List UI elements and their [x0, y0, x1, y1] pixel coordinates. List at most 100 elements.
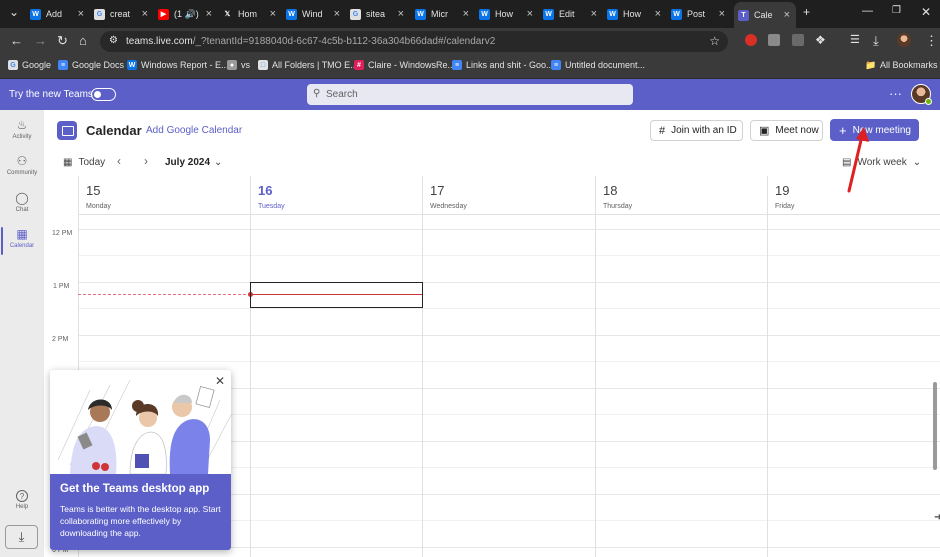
day-header[interactable]: 17 Wednesday: [423, 176, 595, 215]
window-close-icon[interactable]: ✕: [921, 5, 931, 19]
tab-close-icon[interactable]: ×: [463, 8, 469, 20]
rail-item-help[interactable]: ? Help: [0, 490, 44, 510]
minimize-icon[interactable]: —: [862, 5, 873, 17]
chevron-down-icon: ⌄: [214, 157, 223, 168]
half-hour-gridline: [768, 467, 940, 468]
hour-gridline: [768, 388, 940, 389]
half-hour-gridline: [79, 308, 250, 309]
omnibox[interactable]: ⚙ teams.live.com/_?tenantId=9188040d-6c6…: [100, 31, 728, 52]
teams-header: Try the new Teams ⚲ Search ···: [0, 79, 940, 110]
tab-close-icon[interactable]: ×: [142, 8, 148, 20]
media-control-icon[interactable]: ☰: [850, 33, 860, 46]
day-column[interactable]: 16 Tuesday: [250, 176, 422, 557]
bookmark-item[interactable]: ≡ Untitled document...: [551, 60, 645, 70]
scrollbar-thumb[interactable]: [933, 382, 937, 470]
rail-item-label: Chat: [15, 207, 29, 213]
calendar-icon: ▦: [16, 227, 28, 241]
bookmark-item[interactable]: # Claire - WindowsRe...: [354, 60, 455, 70]
browser-tab[interactable]: W Add ×: [30, 3, 90, 25]
profile-avatar-icon[interactable]: [897, 33, 911, 47]
extension-red-icon[interactable]: [745, 34, 757, 46]
month-picker[interactable]: July 2024 ⌄: [165, 157, 222, 168]
day-column[interactable]: 17 Wednesday: [422, 176, 595, 557]
half-hour-gridline: [768, 308, 940, 309]
bookmark-item[interactable]: ≡ Links and shit - Goo...: [452, 60, 554, 70]
tab-close-icon[interactable]: ×: [719, 8, 725, 20]
add-google-calendar-link[interactable]: Add Google Calendar: [146, 125, 242, 136]
browser-tab[interactable]: Gcreat ×: [94, 3, 154, 25]
half-hour-gridline: [423, 414, 595, 415]
previous-week-icon[interactable]: ‹: [117, 154, 121, 168]
browser-tab[interactable]: ▶ (1 🔊) ×: [158, 3, 218, 25]
promo-footer: Get the Teams desktop app Teams is bette…: [50, 474, 231, 550]
new-tab-button[interactable]: +: [803, 5, 810, 19]
reload-icon[interactable]: ↻: [57, 33, 68, 49]
rail-item-calendar[interactable]: ▦ Calendar: [0, 227, 44, 249]
half-hour-gridline: [251, 467, 422, 468]
browser-tab[interactable]: W Post ×: [671, 3, 731, 25]
forward-icon[interactable]: →: [34, 33, 47, 48]
day-header[interactable]: 15 Monday: [79, 176, 250, 215]
extension-shield-icon[interactable]: [768, 34, 780, 46]
promo-illustration: [50, 370, 231, 474]
chrome-menu-icon[interactable]: ⋮: [925, 33, 938, 49]
browser-tab[interactable]: W How ×: [479, 3, 539, 25]
url-host: teams.live.com: [126, 36, 193, 47]
day-column[interactable]: 19 Friday: [767, 176, 940, 557]
try-new-teams-toggle[interactable]: [91, 88, 116, 101]
day-column[interactable]: 18 Thursday: [595, 176, 767, 557]
home-icon[interactable]: ⌂: [79, 33, 87, 48]
downloads-icon[interactable]: ⤓: [873, 33, 879, 49]
browser-tab[interactable]: W How ×: [607, 3, 667, 25]
tab-close-icon[interactable]: ×: [655, 8, 661, 20]
day-header[interactable]: 18 Thursday: [596, 176, 767, 215]
rail-item-chat[interactable]: ◯ Chat: [0, 191, 44, 213]
close-icon[interactable]: ✕: [215, 374, 225, 388]
tab-search-chevron-icon[interactable]: ⌄: [9, 5, 19, 19]
day-header[interactable]: 16 Tuesday: [251, 176, 422, 215]
tab-close-icon[interactable]: ×: [270, 8, 276, 20]
back-icon[interactable]: ←: [10, 33, 23, 48]
browser-tab[interactable]: T Cale ×: [734, 2, 796, 28]
bookmark-item[interactable]: W Windows Report - E...: [127, 60, 229, 70]
site-info-icon[interactable]: ⚙: [109, 35, 118, 46]
join-with-id-button[interactable]: # Join with an ID: [650, 120, 743, 141]
tab-close-icon[interactable]: ×: [206, 8, 212, 20]
bookmark-item[interactable]: □ All Folders | TMO E...: [258, 60, 358, 70]
search-input[interactable]: ⚲ Search: [307, 84, 633, 105]
bookmark-item[interactable]: ● vs: [227, 60, 250, 70]
extensions-puzzle-icon[interactable]: ❖: [815, 33, 826, 47]
all-bookmarks[interactable]: 📁 All Bookmarks: [865, 60, 937, 71]
tab-close-icon[interactable]: ×: [591, 8, 597, 20]
selected-time-slot[interactable]: [250, 282, 423, 308]
calendar-app-icon: [57, 121, 77, 140]
day-name: Thursday: [603, 203, 633, 210]
rail-item-community[interactable]: ⚇ Community: [0, 154, 44, 176]
tab-close-icon[interactable]: ×: [527, 8, 533, 20]
hour-gridline: [596, 388, 767, 389]
bookmark-item[interactable]: G Google: [8, 60, 51, 70]
google-docs-icon: ≡: [452, 60, 462, 70]
download-app-button[interactable]: ⤓: [5, 525, 38, 549]
hour-gridline: [423, 547, 595, 548]
tab-close-icon[interactable]: ×: [78, 8, 84, 20]
extension-download-icon[interactable]: [792, 34, 804, 46]
browser-tab[interactable]: W Wind ×: [286, 3, 346, 25]
tab-close-icon[interactable]: ×: [334, 8, 340, 20]
next-week-icon[interactable]: ›: [144, 154, 148, 168]
bookmark-star-icon[interactable]: ☆: [709, 34, 720, 48]
meet-now-button[interactable]: ▣ Meet now: [750, 120, 823, 141]
half-hour-gridline: [596, 467, 767, 468]
tab-close-icon[interactable]: ×: [784, 9, 790, 21]
browser-tab[interactable]: 𝕏 Hom ×: [222, 3, 282, 25]
browser-tab[interactable]: W Edit ×: [543, 3, 603, 25]
today-button[interactable]: ▦ Today: [63, 157, 105, 168]
browser-tab[interactable]: W Micr ×: [415, 3, 475, 25]
restore-icon[interactable]: ❐: [892, 5, 901, 16]
google-icon: G: [350, 8, 361, 20]
more-options-icon[interactable]: ···: [889, 86, 902, 101]
tab-close-icon[interactable]: ×: [398, 8, 404, 20]
browser-tab[interactable]: Gsitea ×: [350, 3, 410, 25]
bookmark-item[interactable]: ≡ Google Docs: [58, 60, 124, 70]
rail-item-activity[interactable]: ♨ Activity: [0, 118, 44, 140]
